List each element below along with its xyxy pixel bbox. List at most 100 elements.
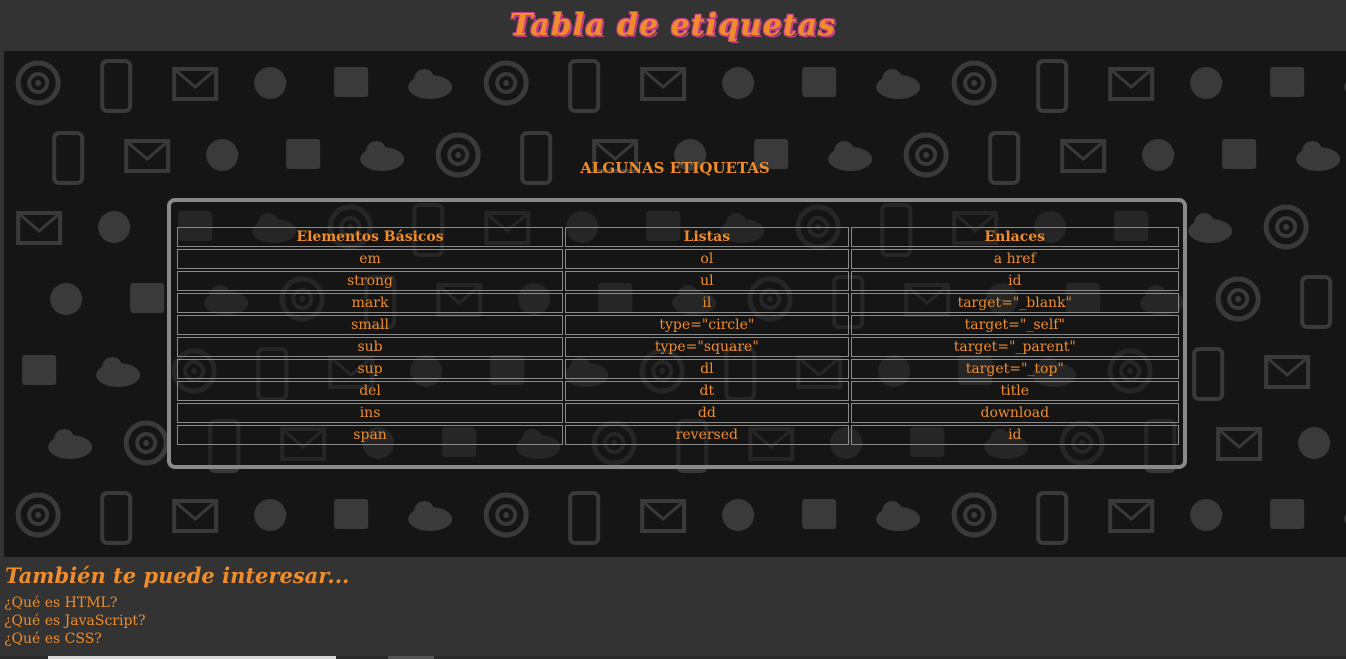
section-title: ALGUNAS ETIQUETAS xyxy=(580,159,770,177)
background-pattern-shape xyxy=(971,80,978,86)
background-pattern-shape xyxy=(125,139,170,161)
background-pattern-shape xyxy=(1217,427,1262,449)
main-section: ALGUNAS ETIQUETAS Elementos Básicos List… xyxy=(4,51,1346,557)
background-pattern-shape xyxy=(971,512,978,518)
tags-table: Elementos Básicos Listas Enlaces em ol a… xyxy=(175,225,1181,447)
table-cell: dl xyxy=(565,359,849,379)
background-pattern-shape xyxy=(143,440,150,446)
background-pattern-shape xyxy=(882,501,903,521)
background-pattern-shape xyxy=(882,69,903,89)
background-pattern-shape xyxy=(366,141,387,161)
background-pattern-shape xyxy=(98,211,131,243)
background-pattern-shape xyxy=(722,67,755,99)
background-pattern-shape xyxy=(802,499,837,529)
background-pattern-shape xyxy=(568,59,601,113)
table-cell: small xyxy=(177,315,564,335)
background-pattern-shape xyxy=(22,355,57,385)
table-cell: id xyxy=(850,271,1179,291)
background-pattern-shape xyxy=(1194,213,1215,233)
background-pattern-shape xyxy=(1036,491,1069,545)
background-pattern-shape xyxy=(722,499,755,531)
background-pattern-shape xyxy=(455,152,462,158)
table-cell: ul xyxy=(565,271,849,291)
footer-title: También te puede interesar... xyxy=(5,563,350,588)
footer: También te puede interesar... ¿Qué es HT… xyxy=(0,557,1346,659)
background-pattern-shape xyxy=(334,67,369,97)
background-pattern-shape xyxy=(1109,499,1154,521)
background-pattern-shape xyxy=(1302,141,1323,161)
background-pattern-shape xyxy=(1192,347,1225,401)
background-pattern-shape xyxy=(923,152,930,158)
page-title: Tabla de etiquetas xyxy=(509,8,837,43)
table-cell: mark xyxy=(177,293,564,313)
table-cell: title xyxy=(850,381,1179,401)
table-cell: span xyxy=(177,425,564,445)
background-pattern-shape xyxy=(414,69,435,89)
background-pattern-shape xyxy=(54,429,75,449)
table-row: ins dd download xyxy=(177,403,1179,423)
table-cell: a href xyxy=(850,249,1179,269)
background-pattern-shape xyxy=(802,67,837,97)
background-pattern-shape xyxy=(503,80,510,86)
table-cell: dd xyxy=(565,403,849,423)
column-header-links: Enlaces xyxy=(850,227,1179,247)
link-what-is-html[interactable]: ¿Qué es HTML? xyxy=(4,594,146,612)
background-pattern-shape xyxy=(1270,499,1305,529)
background-pattern-shape xyxy=(414,501,435,521)
link-what-is-css[interactable]: ¿Qué es CSS? xyxy=(4,630,146,648)
link-what-is-javascript[interactable]: ¿Qué es JavaScript? xyxy=(4,612,146,630)
table-cell: ol xyxy=(565,249,849,269)
background-pattern-shape xyxy=(35,80,42,86)
table-row: span reversed id xyxy=(177,425,1179,445)
background-pattern-shape xyxy=(1270,67,1305,97)
table-cell: target="_self" xyxy=(850,315,1179,335)
table-cell: dt xyxy=(565,381,849,401)
background-pattern-shape xyxy=(102,357,123,377)
background-pattern-shape xyxy=(641,67,686,89)
background-pattern-shape xyxy=(1298,427,1331,459)
column-header-basic-elements: Elementos Básicos xyxy=(177,227,564,247)
column-header-lists: Listas xyxy=(565,227,849,247)
table-row: sub type="square" target="_parent" xyxy=(177,337,1179,357)
background-pattern-shape xyxy=(1036,59,1069,113)
table-container: Elementos Básicos Listas Enlaces em ol a… xyxy=(167,198,1187,469)
background-pattern-shape xyxy=(568,491,601,545)
background-pattern-shape xyxy=(17,211,62,233)
background-pattern-shape xyxy=(254,67,287,99)
table-row: sup dl target="_top" xyxy=(177,359,1179,379)
table-cell: reversed xyxy=(565,425,849,445)
table-cell: target="_blank" xyxy=(850,293,1179,313)
table-cell: sub xyxy=(177,337,564,357)
table-cell: type="circle" xyxy=(565,315,849,335)
background-pattern-shape xyxy=(503,512,510,518)
table-cell: target="_top" xyxy=(850,359,1179,379)
table-cell: ins xyxy=(177,403,564,423)
table-cell: del xyxy=(177,381,564,401)
background-pattern-shape xyxy=(35,512,42,518)
background-pattern-shape xyxy=(1190,499,1223,531)
table-cell: target="_parent" xyxy=(850,337,1179,357)
table-row: small type="circle" target="_self" xyxy=(177,315,1179,335)
background-pattern-shape xyxy=(1283,224,1290,230)
background-pattern-shape xyxy=(100,491,133,545)
table-header-row: Elementos Básicos Listas Enlaces xyxy=(177,227,1179,247)
background-pattern-shape xyxy=(173,499,218,521)
background-pattern-shape xyxy=(593,139,638,161)
background-pattern-shape xyxy=(173,67,218,89)
background-pattern-shape xyxy=(1109,67,1154,89)
footer-links: ¿Qué es HTML? ¿Qué es JavaScript? ¿Qué e… xyxy=(4,594,146,648)
table-cell: type="square" xyxy=(565,337,849,357)
background-pattern-shape xyxy=(334,499,369,529)
table-cell: strong xyxy=(177,271,564,291)
table-cell: sup xyxy=(177,359,564,379)
table-row: del dt title xyxy=(177,381,1179,401)
background-pattern-shape xyxy=(130,283,165,313)
background-pattern-shape xyxy=(50,283,83,315)
background-pattern-shape xyxy=(1190,67,1223,99)
background-pattern-shape xyxy=(1300,275,1333,329)
table-cell: em xyxy=(177,249,564,269)
table-row: em ol a href xyxy=(177,249,1179,269)
background-pattern-shape xyxy=(254,499,287,531)
table-cell: il xyxy=(565,293,849,313)
header: Tabla de etiquetas xyxy=(0,0,1346,51)
